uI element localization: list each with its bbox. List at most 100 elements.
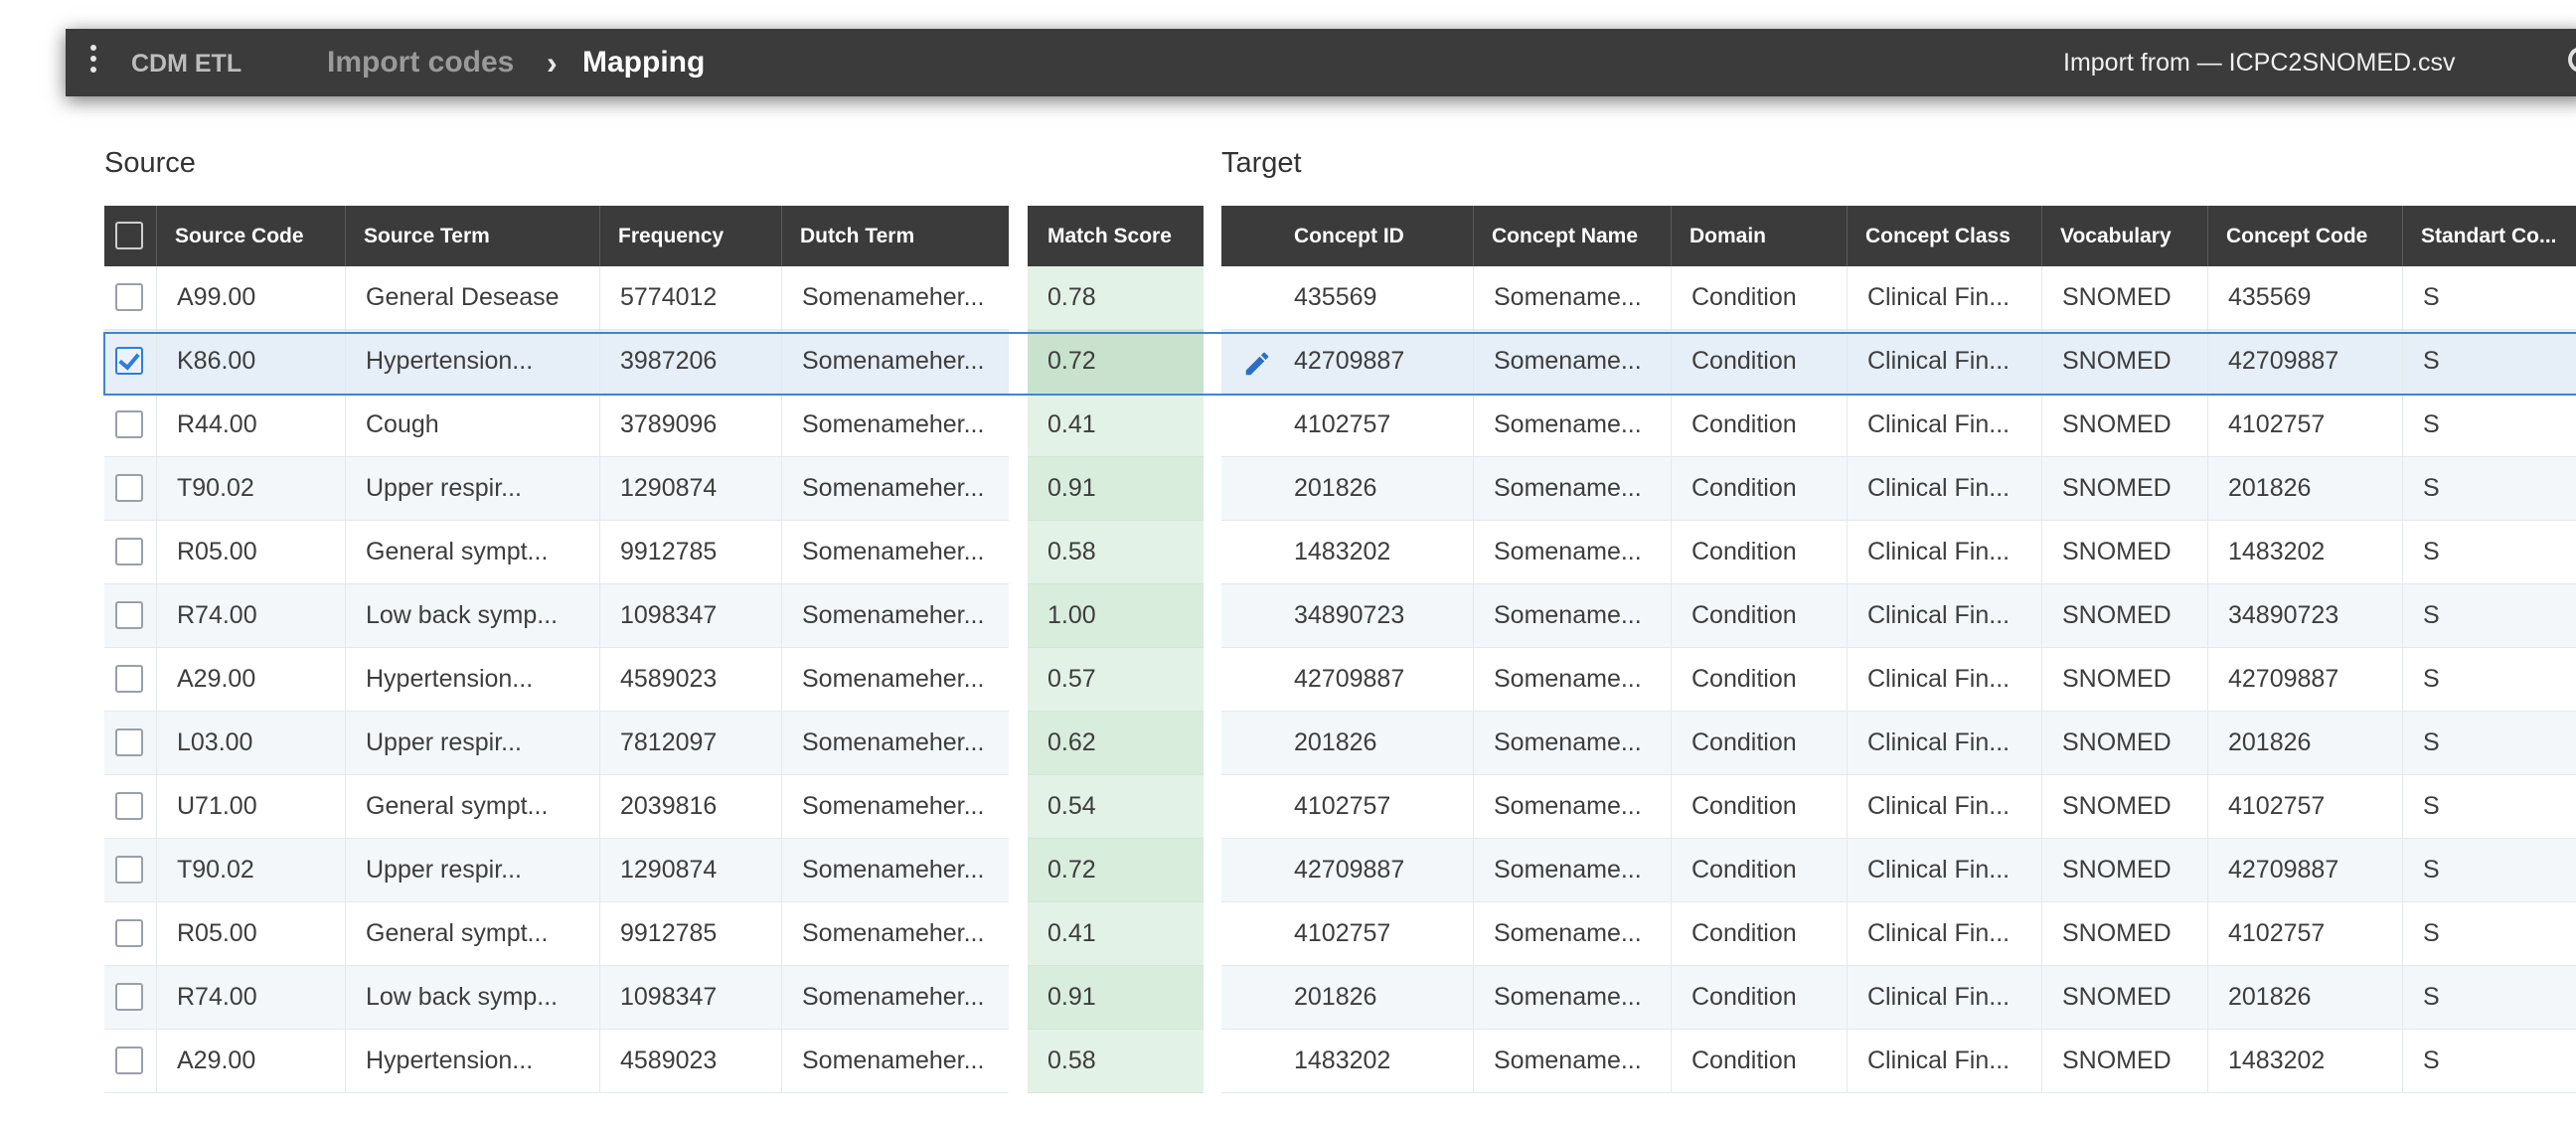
target-row[interactable]: 4102757 Somename... Condition Clinical Fin.…: [1221, 394, 2576, 457]
concept-code-cell: 435569: [2208, 266, 2403, 329]
domain-cell: Condition: [1672, 775, 1848, 838]
frequency-cell: 3987206: [600, 330, 782, 393]
kebab-menu-icon[interactable]: [89, 45, 97, 79]
match-score-row[interactable]: 0.41: [1028, 902, 1204, 966]
match-score-row[interactable]: 0.57: [1028, 648, 1204, 712]
dutch-term-cell: Somenameher...: [802, 601, 985, 629]
concept-id-cell: 1483202: [1221, 1030, 1474, 1092]
source-row[interactable]: R44.00 Cough 3789096 Somenameher...: [104, 394, 1009, 457]
source-row[interactable]: L03.00 Upper respir... 7812097 Somenameher.…: [104, 712, 1009, 775]
col-domain[interactable]: Domain: [1672, 206, 1848, 266]
col-source-code[interactable]: Source Code: [157, 206, 346, 266]
match-score-cell: 1.00: [1028, 584, 1204, 647]
partial-icon[interactable]: [2568, 47, 2576, 73]
target-row[interactable]: 1483202 Somename... Condition Clinical Fin.…: [1221, 1030, 2576, 1093]
match-score-row[interactable]: 0.91: [1028, 457, 1204, 521]
match-score-row[interactable]: 0.91: [1028, 966, 1204, 1030]
row-checkbox[interactable]: [115, 283, 143, 311]
source-row[interactable]: R74.00 Low back symp... 1098347 Somenameher…: [104, 966, 1009, 1030]
standard-concept-cell: S: [2423, 283, 2440, 311]
select-all-checkbox[interactable]: [115, 222, 143, 249]
match-score-row[interactable]: 0.58: [1028, 1030, 1204, 1093]
col-match-score[interactable]: Match Score: [1028, 206, 1204, 266]
match-score-row[interactable]: 0.72: [1028, 330, 1204, 394]
app-name[interactable]: CDM ETL: [131, 50, 242, 79]
match-score-row[interactable]: 0.58: [1028, 521, 1204, 584]
match-score-row[interactable]: 0.78: [1028, 266, 1204, 330]
row-checkbox[interactable]: [115, 792, 143, 820]
frequency-cell: 9912785: [600, 521, 782, 583]
row-checkbox[interactable]: [115, 1047, 143, 1074]
col-frequency[interactable]: Frequency: [600, 206, 782, 266]
source-row[interactable]: R05.00 General sympt... 9912785 Somenameher…: [104, 521, 1009, 584]
target-row[interactable]: 1483202 Somename... Condition Clinical Fin.…: [1221, 521, 2576, 584]
target-row[interactable]: 435569 Somename... Condition Clinical Fin..…: [1221, 266, 2576, 330]
concept-name-cell: Somename...: [1474, 902, 1672, 965]
target-row[interactable]: 201826 Somename... Condition Clinical Fin..…: [1221, 712, 2576, 775]
concept-code-cell: 201826: [2208, 712, 2403, 774]
row-checkbox[interactable]: [115, 538, 143, 565]
target-row[interactable]: 4102757 Somename... Condition Clinical Fin.…: [1221, 902, 2576, 966]
target-row[interactable]: 4102757 Somename... Condition Clinical Fin.…: [1221, 775, 2576, 839]
concept-class-cell: Clinical Fin...: [1848, 584, 2042, 647]
match-score-row[interactable]: 1.00: [1028, 584, 1204, 648]
row-checkbox[interactable]: [115, 983, 143, 1011]
col-standard-concept[interactable]: Standart Co...: [2403, 206, 2576, 266]
import-source-label: Import from — ICPC2SNOMED.csv: [2063, 49, 2456, 77]
source-term-cell: General sympt...: [346, 902, 600, 965]
row-checkbox-cell: [104, 712, 157, 774]
col-concept-id[interactable]: Concept ID: [1221, 206, 1474, 266]
row-checkbox[interactable]: [115, 474, 143, 502]
source-row[interactable]: A29.00 Hypertension... 4589023 Somenameher.…: [104, 648, 1009, 712]
target-row[interactable]: 42709887 Somename... Condition Clinical Fin…: [1221, 330, 2576, 394]
vocabulary-cell: SNOMED: [2042, 457, 2208, 520]
select-all-cell: [104, 206, 157, 266]
match-score-row[interactable]: 0.62: [1028, 712, 1204, 775]
row-checkbox[interactable]: [115, 856, 143, 884]
match-score-row[interactable]: 0.54: [1028, 775, 1204, 839]
row-checkbox[interactable]: [115, 665, 143, 693]
source-row[interactable]: U71.00 General sympt... 2039816 Somenameher…: [104, 775, 1009, 839]
match-score-cell: 0.57: [1028, 648, 1204, 711]
concept-class-cell: Clinical Fin...: [1848, 521, 2042, 583]
row-checkbox[interactable]: [115, 410, 143, 438]
row-checkbox[interactable]: [115, 347, 143, 375]
concept-code-cell: 34890723: [2208, 584, 2403, 647]
row-checkbox[interactable]: [115, 601, 143, 629]
standard-concept-cell: S: [2423, 474, 2440, 502]
target-row[interactable]: 34890723 Somename... Condition Clinical Fin…: [1221, 584, 2576, 648]
col-concept-code[interactable]: Concept Code: [2208, 206, 2403, 266]
standard-concept-cell: S: [2423, 728, 2440, 756]
row-checkbox[interactable]: [115, 919, 143, 947]
source-row[interactable]: K86.00 Hypertension... 3987206 Somenameher.…: [104, 330, 1009, 394]
target-row[interactable]: 42709887 Somename... Condition Clinical Fin…: [1221, 839, 2576, 902]
pencil-icon[interactable]: [1242, 349, 1272, 379]
source-row[interactable]: A99.00 General Desease 5774012 Somenameher.…: [104, 266, 1009, 330]
match-score-row[interactable]: 0.72: [1028, 839, 1204, 902]
source-code-cell: R74.00: [157, 966, 346, 1029]
source-row[interactable]: T90.02 Upper respir... 1290874 Somenameher.…: [104, 839, 1009, 902]
source-row[interactable]: R05.00 General sympt... 9912785 Somenameher…: [104, 902, 1009, 966]
source-code-cell: R05.00: [157, 902, 346, 965]
source-term-cell: Upper respir...: [346, 839, 600, 901]
dutch-term-cell: Somenameher...: [802, 538, 985, 565]
target-row[interactable]: 201826 Somename... Condition Clinical Fin..…: [1221, 966, 2576, 1030]
row-checkbox[interactable]: [115, 728, 143, 756]
standard-concept-cell: S: [2423, 792, 2440, 820]
col-vocabulary[interactable]: Vocabulary: [2042, 206, 2208, 266]
source-code-cell: R05.00: [157, 521, 346, 583]
col-concept-class[interactable]: Concept Class: [1848, 206, 2042, 266]
col-concept-name[interactable]: Concept Name: [1474, 206, 1672, 266]
source-row[interactable]: R74.00 Low back symp... 1098347 Somenameher…: [104, 584, 1009, 648]
col-source-term[interactable]: Source Term: [346, 206, 600, 266]
breadcrumb-import-codes[interactable]: Import codes: [327, 46, 514, 80]
vocabulary-cell: SNOMED: [2042, 775, 2208, 838]
col-dutch-term[interactable]: Dutch Term: [782, 206, 1009, 266]
dutch-term-cell: Somenameher...: [802, 728, 985, 756]
source-row[interactable]: A29.00 Hypertension... 4589023 Somenameher.…: [104, 1030, 1009, 1093]
target-row[interactable]: 201826 Somename... Condition Clinical Fin..…: [1221, 457, 2576, 521]
source-row[interactable]: T90.02 Upper respir... 1290874 Somenameher.…: [104, 457, 1009, 521]
target-row[interactable]: 42709887 Somename... Condition Clinical Fin…: [1221, 648, 2576, 712]
match-score-row[interactable]: 0.41: [1028, 394, 1204, 457]
row-checkbox-cell: [104, 902, 157, 965]
